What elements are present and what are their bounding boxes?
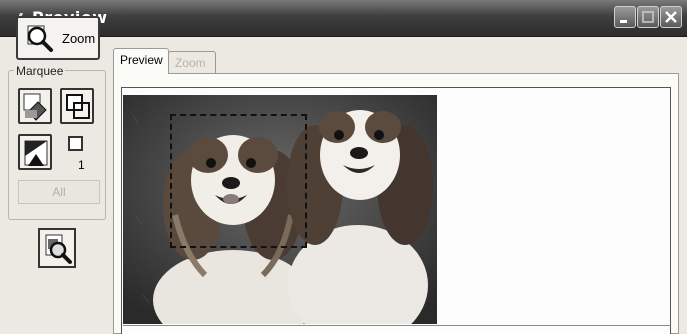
minimize-icon [620,20,627,23]
marquee-count: 1 [78,158,85,172]
auto-locate-icon [23,93,47,121]
marquee-count-box [68,136,83,151]
title-bar[interactable]: Preview [0,0,687,37]
maximize-button[interactable] [637,6,659,28]
zoom-button[interactable]: Zoom [16,16,100,60]
magnifier-icon [27,25,53,52]
auto-exposure-icon [24,140,48,166]
minimize-button[interactable] [614,6,636,28]
tab-preview[interactable]: Preview [113,48,169,74]
maximize-icon [642,11,654,23]
all-button[interactable]: All [18,180,100,204]
canvas-bottom-edge [123,325,671,326]
auto-locate-button[interactable] [18,88,52,124]
marquee-group-label: Marquee [14,64,66,78]
preview-zoom-button[interactable] [38,228,76,268]
close-button[interactable] [660,6,682,28]
preview-window: Preview Zoom Marquee [0,0,687,334]
auto-exposure-button[interactable] [18,134,52,170]
tab-zoom[interactable]: Zoom [168,51,216,75]
close-icon [665,11,677,23]
marquee-selection[interactable] [170,114,307,248]
preview-zoom-icon [45,234,72,264]
duplicate-marquee-icon [66,94,90,119]
zoom-button-label: Zoom [62,31,96,46]
duplicate-marquee-button[interactable] [60,88,94,124]
